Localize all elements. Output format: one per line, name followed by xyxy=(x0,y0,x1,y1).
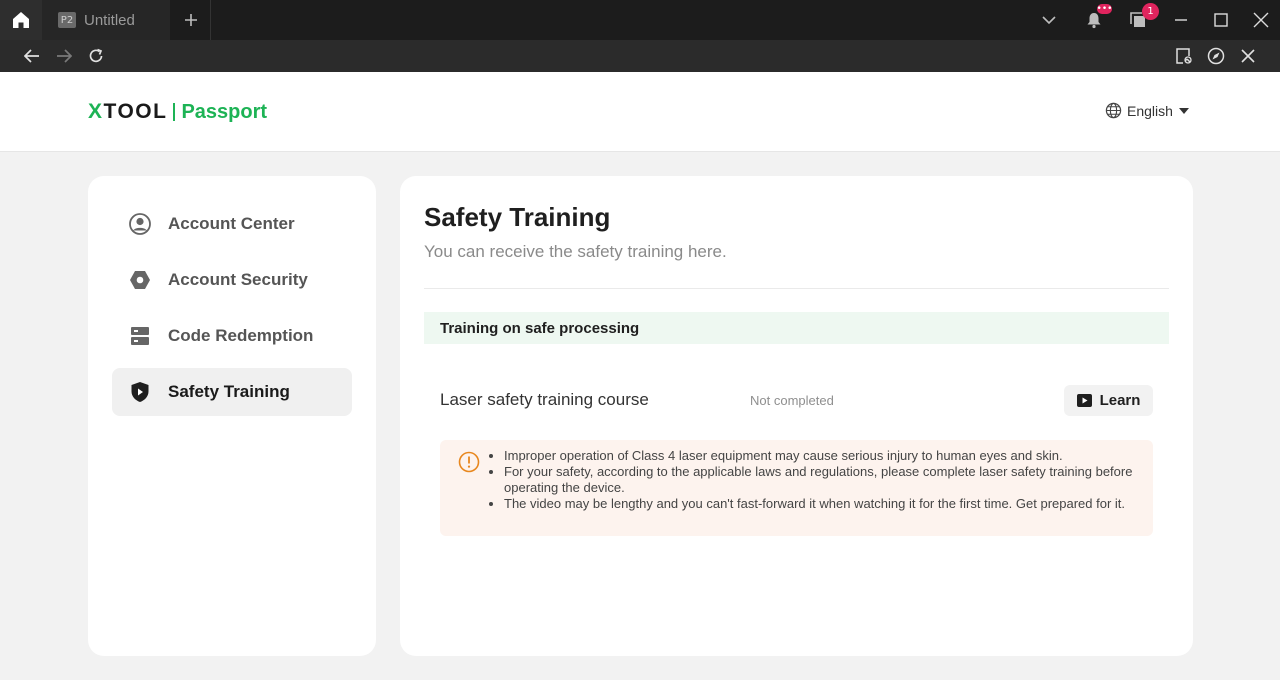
windows-badge: 1 xyxy=(1142,3,1159,20)
warning-item: Improper operation of Class 4 laser equi… xyxy=(504,448,1134,464)
notifications-badge: ••• xyxy=(1096,4,1113,14)
language-label: English xyxy=(1127,102,1173,119)
warning-item: For your safety, according to the applic… xyxy=(504,464,1134,496)
logo-brand: XTOOL xyxy=(88,100,168,123)
back-button[interactable] xyxy=(16,40,48,72)
warning-icon xyxy=(458,451,480,478)
sidebar-item-label: Account Center xyxy=(168,214,295,233)
user-circle-icon xyxy=(128,212,152,236)
warning-item: The video may be lengthy and you can't f… xyxy=(504,496,1134,512)
compass-button[interactable] xyxy=(1200,40,1232,72)
close-page-button[interactable] xyxy=(1232,40,1264,72)
globe-icon xyxy=(1105,102,1122,119)
learn-button[interactable]: Learn xyxy=(1064,385,1153,416)
home-tab[interactable] xyxy=(0,0,42,40)
new-tab-button[interactable] xyxy=(171,0,211,40)
hexagon-icon xyxy=(128,268,152,292)
browser-tab[interactable]: P2 Untitled xyxy=(42,0,170,40)
reload-button[interactable] xyxy=(80,40,112,72)
warning-list: Improper operation of Class 4 laser equi… xyxy=(504,448,1134,512)
sidebar-item-code-redemption[interactable]: Code Redemption xyxy=(112,312,352,360)
xtool-passport-logo[interactable]: XTOOL Passport xyxy=(88,98,267,126)
server-icon xyxy=(128,324,152,348)
minimize-icon xyxy=(1175,19,1187,21)
forward-icon xyxy=(57,49,72,63)
course-name: Laser safety training course xyxy=(440,390,649,409)
page-subtitle: You can receive the safety training here… xyxy=(424,242,727,261)
home-icon xyxy=(13,12,29,28)
divider xyxy=(424,288,1169,289)
screenshot-button[interactable] xyxy=(1168,40,1200,72)
shield-play-icon xyxy=(128,380,152,404)
close-window-button[interactable] xyxy=(1248,0,1274,40)
warning-notice: Improper operation of Class 4 laser equi… xyxy=(440,440,1153,536)
logo-product: Passport xyxy=(181,100,268,123)
section-title: Training on safe processing xyxy=(440,319,640,337)
page-header: XTOOL Passport English xyxy=(0,72,1280,152)
tab-list-button[interactable] xyxy=(1036,0,1062,40)
maximize-icon xyxy=(1214,13,1228,27)
sidebar-item-account-security[interactable]: Account Security xyxy=(112,256,352,304)
close-icon xyxy=(1241,49,1255,63)
compass-icon xyxy=(1207,47,1225,65)
section-header: Training on safe processing xyxy=(424,312,1169,344)
tab-title: Untitled xyxy=(84,11,135,29)
sidebar-item-label: Code Redemption xyxy=(168,326,314,345)
tab-favicon: P2 xyxy=(58,12,76,28)
close-icon xyxy=(1253,12,1269,28)
reload-icon xyxy=(89,48,103,63)
logo-separator xyxy=(173,103,176,121)
learn-button-label: Learn xyxy=(1099,392,1141,409)
sidebar-item-account-center[interactable]: Account Center xyxy=(112,200,352,248)
browser-navbar xyxy=(0,40,1280,72)
sidebar-item-label: Safety Training xyxy=(168,382,290,401)
sidebar-item-safety-training[interactable]: Safety Training xyxy=(112,368,352,416)
caret-down-icon xyxy=(1178,107,1189,114)
main-panel: Safety Training You can receive the safe… xyxy=(400,176,1193,656)
language-selector[interactable]: English xyxy=(1105,102,1189,119)
sidebar-item-label: Account Security xyxy=(168,270,308,289)
back-icon xyxy=(24,49,39,63)
page-title: Safety Training xyxy=(424,202,611,232)
plus-icon xyxy=(184,14,197,26)
play-video-icon xyxy=(1076,394,1092,407)
screenshot-icon xyxy=(1176,48,1192,64)
course-status: Not completed xyxy=(750,393,834,408)
sidebar: Account Center Account Security Code Red… xyxy=(88,176,376,656)
forward-button[interactable] xyxy=(48,40,80,72)
chevron-down-icon xyxy=(1042,16,1056,25)
minimize-button[interactable] xyxy=(1168,0,1194,40)
maximize-button[interactable] xyxy=(1208,0,1234,40)
